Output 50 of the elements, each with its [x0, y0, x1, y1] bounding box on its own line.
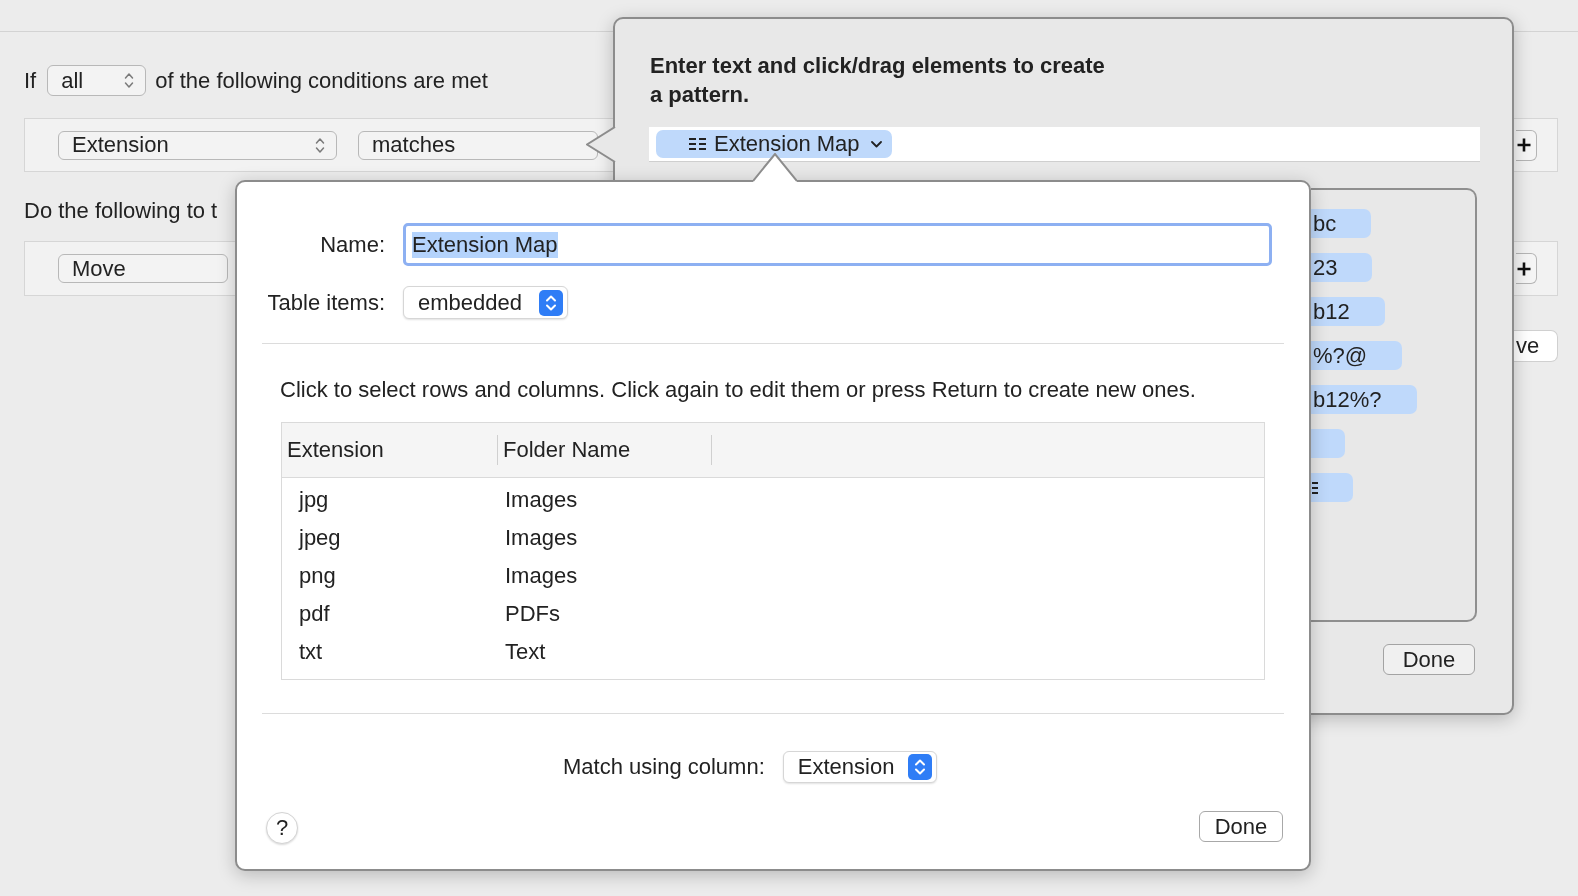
up-down-chevrons-icon — [539, 289, 563, 316]
help-button[interactable]: ? — [266, 812, 298, 844]
table-cell-text: jpg — [297, 489, 330, 511]
table-cell-text: jpeg — [297, 527, 342, 549]
add-button[interactable] — [1516, 129, 1537, 161]
plus-icon — [1517, 138, 1531, 152]
pattern-element[interactable]: 23 — [1311, 253, 1373, 282]
pattern-element[interactable]: b12 — [1311, 297, 1385, 326]
plus-icon — [1517, 261, 1531, 276]
up-down-chevrons-icon — [907, 754, 932, 780]
field-value: Extension Map — [412, 231, 558, 258]
pattern-instructions: Enter text and click/drag elements to create a pattern. — [649, 52, 1105, 109]
condition-suffix: of the following conditions are met — [155, 69, 488, 92]
table-cell-text: Text — [504, 641, 547, 663]
pattern-element[interactable]: bc — [1311, 209, 1372, 238]
pattern-element[interactable]: %?@ — [1311, 341, 1403, 370]
table-cell-text: txt — [298, 641, 324, 663]
table-cell-text: Images — [504, 489, 579, 511]
column-header[interactable]: Extension — [282, 435, 498, 465]
table-cell-text: png — [298, 565, 337, 587]
name-field[interactable]: Extension Map — [403, 223, 1272, 266]
table-cell-text: Images — [504, 527, 579, 549]
dropdown[interactable]: Move — [58, 254, 228, 283]
add-button[interactable] — [1516, 253, 1537, 284]
lines-icon — [1312, 481, 1318, 494]
column-header[interactable]: Folder Name — [498, 435, 712, 465]
table-hint: Click to select rows and columns. Click again to edit them or press Return to create new ones. — [280, 376, 1196, 404]
pattern-element[interactable] — [1311, 473, 1353, 502]
two-column-lines-icon — [689, 137, 706, 151]
table-cell-text: PDFs — [504, 603, 561, 625]
pattern-token[interactable]: Extension Map — [656, 130, 892, 158]
field-label: Name: — [320, 233, 385, 256]
done-button[interactable]: Done — [1199, 811, 1283, 842]
field-label: Table items: — [267, 291, 385, 314]
actions-heading: Do the following to t — [24, 197, 218, 225]
action-button[interactable]: ve — [1514, 330, 1558, 362]
done-button[interactable]: Done — [1383, 644, 1475, 675]
field-label: Match using column: — [563, 756, 765, 778]
condition-prefix: If — [24, 69, 37, 92]
dropdown[interactable]: all — [47, 65, 147, 96]
chevron-down-icon — [870, 140, 882, 148]
pattern-element[interactable]: b12%? — [1311, 385, 1417, 414]
dropdown[interactable]: embedded — [403, 286, 568, 319]
table-cell-text: pdf — [298, 603, 331, 625]
dropdown[interactable]: Extension — [58, 130, 337, 160]
up-down-chevrons-icon — [124, 72, 135, 89]
table-cell-text: Images — [504, 565, 579, 587]
up-down-chevrons-icon — [315, 136, 325, 154]
dropdown[interactable]: matches — [358, 130, 598, 160]
dropdown[interactable]: Extension — [782, 751, 937, 783]
